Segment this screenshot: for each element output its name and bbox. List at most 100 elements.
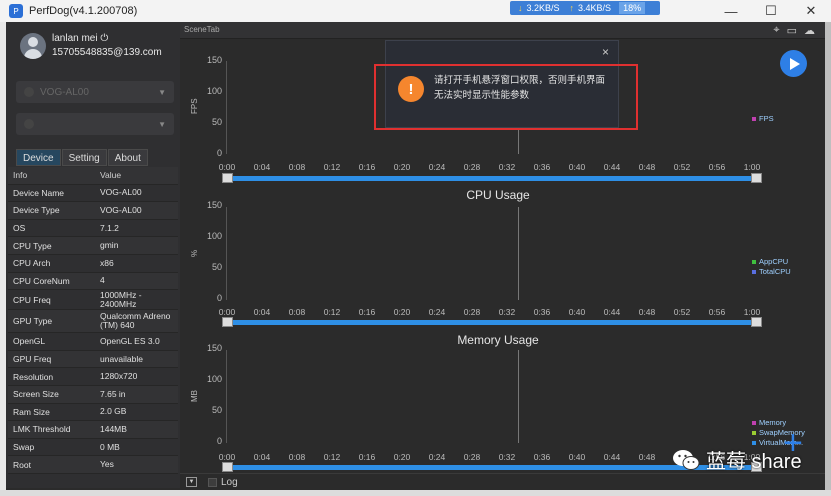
row-value: x86 [100,257,114,268]
x-tick: 0:48 [638,162,656,172]
x-tick: 0:32 [498,307,516,317]
y-tick: 0 [216,436,222,446]
slider-handle-left[interactable] [222,462,233,472]
left-panel: lanlan mei ⏻ 15705548835@139.com VOG-AL0… [6,22,180,488]
y-tick: 150 [206,55,222,65]
x-tick: 0:48 [638,307,656,317]
cpu-range-slider[interactable] [222,317,762,327]
y-tick: 100 [206,86,222,96]
panel-tabs: Device Setting About [16,149,149,166]
table-header: Info Value [8,167,178,185]
caret-down-icon[interactable]: ▼ [186,477,197,487]
table-row: CPU Arch x86 [8,255,178,273]
x-tick: 0:04 [253,162,271,172]
row-key: Resolution [13,371,54,382]
fps-range-slider[interactable] [222,173,762,183]
x-tick: 0:08 [288,307,306,317]
y-tick: 50 [211,405,222,415]
slider-handle-left[interactable] [222,173,233,183]
table-row: Device Type VOG-AL00 [8,202,178,220]
upload-arrow-icon: ↑ [569,3,575,13]
window-title: PerfDog(v4.1.200708) [29,5,138,17]
row-value: OpenGL ES 3.0 [100,335,160,346]
memory-chart-title: Memory Usage [457,333,539,347]
legend-label: AppCPU [759,257,789,266]
y-tick: 100 [206,374,222,384]
row-value: Qualcomm Adreno (TM) 640 [100,311,171,331]
legend-swatch [752,260,756,265]
slider-handle-right[interactable] [751,317,762,327]
minimize-button[interactable]: — [711,0,751,22]
title-bar: P PerfDog(v4.1.200708) ↓ 3.2KB/S ↑ 3.4KB… [0,0,831,22]
slider-handle-left[interactable] [222,317,233,327]
user-name: lanlan mei [52,33,98,44]
right-edge [825,22,831,496]
x-tick: 0:40 [568,162,586,172]
close-icon[interactable]: × [602,45,609,59]
close-window-button[interactable]: ✕ [791,0,831,22]
location-icon[interactable]: ⌖ [773,24,779,37]
fps-legend: FPS [752,114,774,124]
memory-ylabel: MB [190,390,199,402]
legend-label: FPS [759,114,774,123]
warning-icon: ! [398,76,424,102]
legend-swatch [752,431,756,436]
legend-item[interactable]: FPS [752,114,774,124]
table-row: OS 7.1.2 [8,220,178,238]
x-tick: 0:12 [323,307,341,317]
time-cursor[interactable] [518,350,519,443]
x-tick: 0:08 [288,452,306,462]
row-key: Device Name [13,187,65,198]
row-value: Yes [100,459,114,470]
tab-device[interactable]: Device [16,149,61,166]
scene-tab-label[interactable]: SceneTab [184,25,220,34]
log-checkbox[interactable] [208,478,217,487]
watermark: 蓝莓 share [672,445,802,474]
android-icon [24,87,34,97]
download-speed: 3.2KB/S [526,3,560,13]
x-ticks: 0:00 0:04 0:08 0:12 0:16 0:20 0:24 0:28 0:32 0:36… [180,307,825,319]
row-value: gmin [100,240,119,251]
x-tick: 0:36 [533,162,551,172]
y-tick: 50 [211,262,222,272]
legend-label: TotalCPU [759,267,791,276]
x-tick: 0:24 [428,307,446,317]
row-value: 4 [100,275,105,286]
log-label: Log [221,477,238,488]
device-select-value: VOG-AL00 [40,86,89,98]
app-icon [24,119,34,129]
wechat-icon [673,449,700,470]
tab-about[interactable]: About [107,149,148,166]
x-tick: 0:40 [568,307,586,317]
y-tick: 150 [206,343,222,353]
x-tick: 0:36 [533,307,551,317]
x-tick: 0:12 [323,162,341,172]
time-cursor[interactable] [518,207,519,300]
slider-handle-right[interactable] [751,173,762,183]
row-key: Screen Size [13,389,59,400]
device-select[interactable]: VOG-AL00 ▼ [16,81,174,103]
row-key: Root [13,459,31,470]
tab-setting[interactable]: Setting [61,149,107,166]
legend-item[interactable]: TotalCPU [752,267,791,277]
folder-icon[interactable]: ▭ [787,24,797,37]
row-value: 144MB [100,423,127,434]
legend-swatch [752,117,756,122]
download-arrow-icon: ↓ [518,3,523,13]
app-select[interactable]: ▼ [16,113,174,135]
cloud-icon[interactable]: ☁ [804,24,815,37]
table-row: CPU CoreNum 4 [8,272,178,291]
legend-item[interactable]: AppCPU [752,257,791,267]
maximize-button[interactable]: ☐ [751,0,791,22]
y-tick: 100 [206,231,222,241]
chevron-down-icon: ▼ [158,119,166,129]
x-tick: 0:28 [463,307,481,317]
legend-swatch [752,421,756,426]
avatar[interactable] [20,33,46,59]
x-tick: 0:04 [253,452,271,462]
cpu-chart-title: CPU Usage [466,188,530,202]
bottom-edge [0,490,831,496]
table-row: Swap 0 MB [8,439,178,457]
row-value: 2.0 GB [100,406,127,417]
power-icon[interactable]: ⏻ [100,33,108,44]
